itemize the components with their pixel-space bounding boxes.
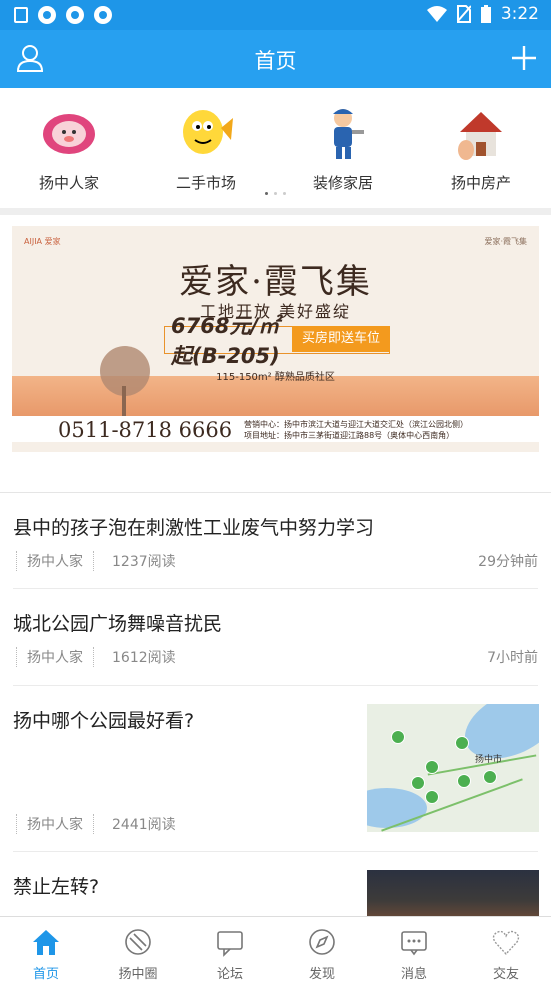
map-pin	[411, 776, 425, 790]
tab-forum[interactable]: 论坛	[184, 917, 276, 982]
feed-title: 城北公园广场舞噪音扰民	[13, 613, 223, 635]
fish-mascot-icon	[177, 104, 235, 162]
feed-source: 扬中人家	[16, 647, 94, 667]
river	[367, 788, 427, 828]
banner-title: 爱家·霞飞集	[179, 262, 372, 302]
category-second-hand[interactable]: 二手市场	[146, 104, 266, 193]
category-housing[interactable]: 扬中房产	[421, 104, 541, 193]
category-label: 扬中人家	[38, 174, 99, 192]
compass-icon	[309, 929, 335, 955]
category-label: 二手市场	[175, 174, 236, 192]
map-thumbnail: 扬中市	[367, 704, 539, 832]
no-sim-icon	[456, 5, 471, 23]
photo-thumbnail	[367, 870, 539, 916]
phone-number: 0511-8718 6666	[58, 418, 233, 442]
system-icons: 3:22	[426, 4, 539, 24]
feed-item[interactable]: 扬中哪个公园最好看? 扬中人家 2441阅读 扬中市	[0, 686, 551, 852]
category-label: 扬中房产	[450, 174, 511, 192]
feed-title: 县中的孩子泡在刺激性工业废气中努力学习	[13, 517, 375, 539]
tab-label: 首页	[32, 967, 59, 982]
battery-icon	[480, 5, 491, 23]
category-decoration[interactable]: 装修家居	[283, 104, 403, 193]
map-pin	[483, 770, 497, 784]
category-grid: 扬中人家 二手市场 装修家居 扬中房产	[0, 88, 551, 208]
circle-icon	[125, 929, 151, 955]
app-notification-icon	[94, 6, 112, 24]
divider	[0, 208, 551, 215]
house-icon	[452, 104, 510, 162]
message-icon	[401, 931, 427, 956]
feed-reads: 2441阅读	[112, 817, 176, 833]
page-title: 首页	[254, 49, 297, 73]
page-indicator	[0, 192, 551, 195]
feed-time: 29分钟前	[478, 554, 538, 570]
tree-trunk	[122, 386, 126, 416]
category-label: 装修家居	[312, 174, 373, 192]
feed-title: 禁止左转?	[13, 876, 100, 898]
feed-reads: 1612阅读	[112, 650, 176, 666]
brand-logo-right: 爱家·霞飞集	[484, 237, 527, 246]
bottom-tab-bar: 首页 扬中圈 论坛 发现 消息 交友	[0, 916, 551, 982]
feed-meta: 扬中人家 2441阅读	[16, 814, 176, 834]
tab-label: 交友	[492, 967, 519, 982]
feed-title: 扬中哪个公园最好看?	[13, 710, 195, 732]
feed-source: 扬中人家	[16, 551, 94, 571]
feed-item[interactable]: 城北公园广场舞噪音扰民 扬中人家 1612阅读 7小时前	[0, 589, 551, 686]
feed-time: 7小时前	[487, 650, 538, 666]
price-tag: 买房即送车位	[292, 326, 390, 352]
feed-item[interactable]: 禁止左转?	[0, 852, 551, 916]
home-icon	[33, 930, 59, 955]
tab-home[interactable]: 首页	[0, 917, 92, 982]
ad-banner[interactable]: AIJIA 爱家 爱家·霞飞集 爱家·霞飞集 工地开放 美好盛绽 6768元/㎡…	[12, 226, 539, 452]
feed-meta: 扬中人家 1612阅读	[16, 647, 176, 667]
app-notification-icon	[38, 6, 56, 24]
plus-icon[interactable]	[510, 44, 538, 72]
brand-logo: AIJIA 爱家	[24, 237, 61, 246]
tab-circle[interactable]: 扬中圈	[92, 917, 184, 982]
feed-meta: 扬中人家 1237阅读	[16, 551, 176, 571]
clock: 3:22	[500, 4, 539, 24]
feed-item[interactable]: 县中的孩子泡在刺激性工业废气中努力学习 扬中人家 1237阅读 29分钟前	[0, 493, 551, 589]
pig-mascot-icon	[40, 104, 98, 162]
category-yangzhong-family[interactable]: 扬中人家	[9, 104, 129, 193]
tab-messages[interactable]: 消息	[368, 917, 460, 982]
heart-icon	[492, 930, 520, 956]
price: 6768元/㎡起(B-205)	[171, 314, 280, 368]
tab-label: 发现	[308, 967, 335, 982]
tab-label: 扬中圈	[118, 967, 158, 982]
app-bar: 首页	[0, 30, 551, 88]
tab-friends[interactable]: 交友	[460, 917, 551, 982]
forum-icon	[217, 931, 243, 957]
tab-label: 消息	[400, 967, 427, 982]
app-notification-icon	[66, 6, 84, 24]
tab-discover[interactable]: 发现	[276, 917, 368, 982]
feed-source: 扬中人家	[16, 814, 94, 834]
feed-reads: 1237阅读	[112, 554, 176, 570]
address-line: 营销中心：扬中市滨江大道与迎江大道交汇处（滨江公园北侧）	[244, 420, 468, 429]
map-pin	[425, 760, 439, 774]
notification-icons	[14, 6, 112, 24]
tab-label: 论坛	[216, 967, 243, 982]
wifi-icon	[426, 6, 447, 22]
map-pin	[457, 774, 471, 788]
address: 营销中心：扬中市滨江大道与迎江大道交汇处（滨江公园北侧） 项目地址：扬中市三茅街…	[244, 419, 468, 441]
status-bar: 3:22	[0, 0, 551, 30]
address-line: 项目地址：扬中市三茅街道迎江路88号（奥体中心西南角）	[244, 431, 455, 440]
map-city-label: 扬中市	[475, 755, 503, 765]
map-pin	[425, 790, 439, 804]
area-text: 115-150m² 醇熟品质社区	[216, 372, 335, 383]
notification-icon	[14, 7, 28, 23]
worker-mascot-icon	[314, 104, 372, 162]
map-pin	[391, 730, 405, 744]
price-box: 6768元/㎡起(B-205) 买房即送车位	[164, 314, 390, 368]
map-pin	[455, 736, 469, 750]
